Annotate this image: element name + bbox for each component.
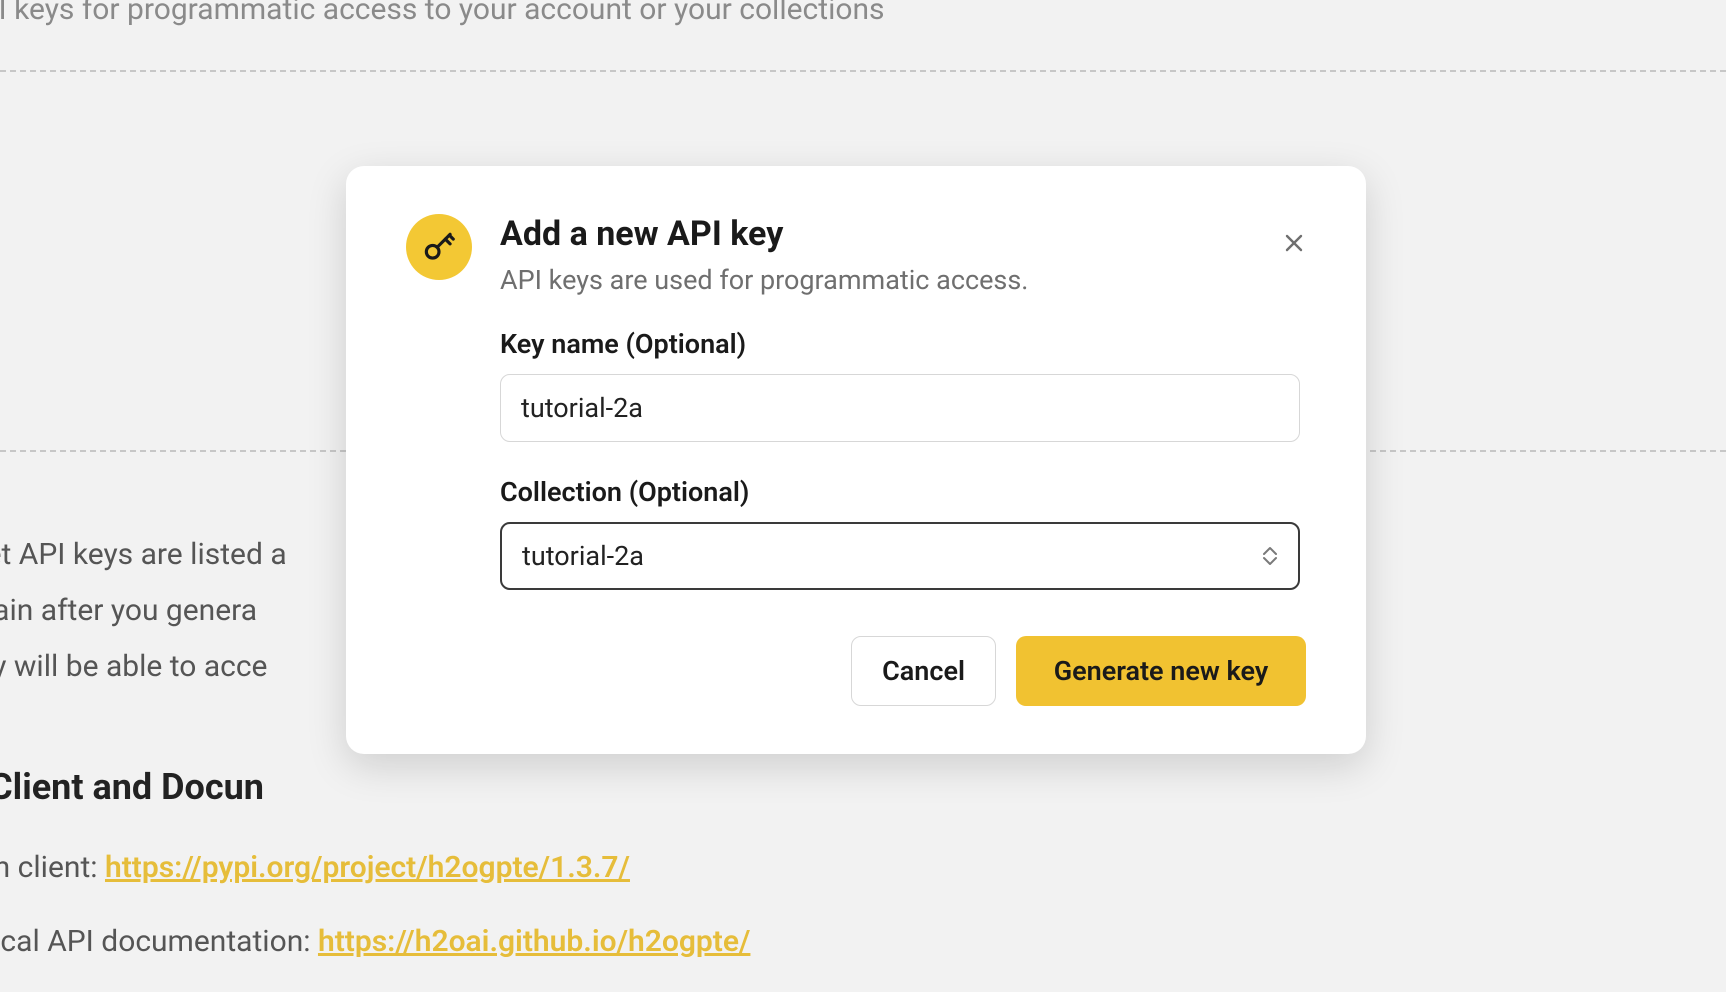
page-root: API keys for programmatic access to your… <box>0 0 1726 992</box>
client-line: non client: https://pypi.org/project/h2o… <box>0 850 630 885</box>
collection-label: Collection (Optional) <box>500 476 1306 508</box>
modal-title-block: Add a new API key API keys are used for … <box>500 214 1306 296</box>
key-icon <box>406 214 472 280</box>
divider <box>0 70 1726 72</box>
modal-header: Add a new API key API keys are used for … <box>406 214 1306 296</box>
cancel-button[interactable]: Cancel <box>851 636 996 706</box>
docs-link[interactable]: https://h2oai.github.io/h2ogpte/ <box>318 924 750 959</box>
key-name-label: Key name (Optional) <box>500 328 1306 360</box>
collection-selected-value: tutorial-2a <box>522 540 644 572</box>
docs-line: nnical API documentation: https://h2oai.… <box>0 924 750 959</box>
client-label: non client: <box>0 850 105 885</box>
select-chevrons-icon <box>1262 546 1278 566</box>
close-button[interactable] <box>1274 224 1314 264</box>
page-subtitle: API keys for programmatic access to your… <box>0 0 885 27</box>
modal-actions: Cancel Generate new key <box>500 636 1306 706</box>
docs-label: nnical API documentation: <box>0 924 318 959</box>
bg-text-line: hey will be able to acce <box>0 639 287 695</box>
key-name-input[interactable] <box>500 374 1300 442</box>
modal-title: Add a new API key <box>500 214 1306 254</box>
bg-text-line: cret API keys are listed a <box>0 527 287 583</box>
collection-select[interactable]: tutorial-2a <box>500 522 1300 590</box>
client-link[interactable]: https://pypi.org/project/h2ogpte/1.3.7/ <box>105 850 630 885</box>
modal-subtitle: API keys are used for programmatic acces… <box>500 264 1306 296</box>
close-icon <box>1282 231 1306 258</box>
section-heading: n Client and Docun <box>0 766 264 808</box>
generate-key-button[interactable]: Generate new key <box>1016 636 1306 706</box>
background-paragraph: cret API keys are listed a again after y… <box>0 527 287 695</box>
bg-text-line: again after you genera <box>0 583 287 639</box>
modal-form: Key name (Optional) Collection (Optional… <box>500 328 1306 706</box>
add-api-key-modal: Add a new API key API keys are used for … <box>346 166 1366 754</box>
